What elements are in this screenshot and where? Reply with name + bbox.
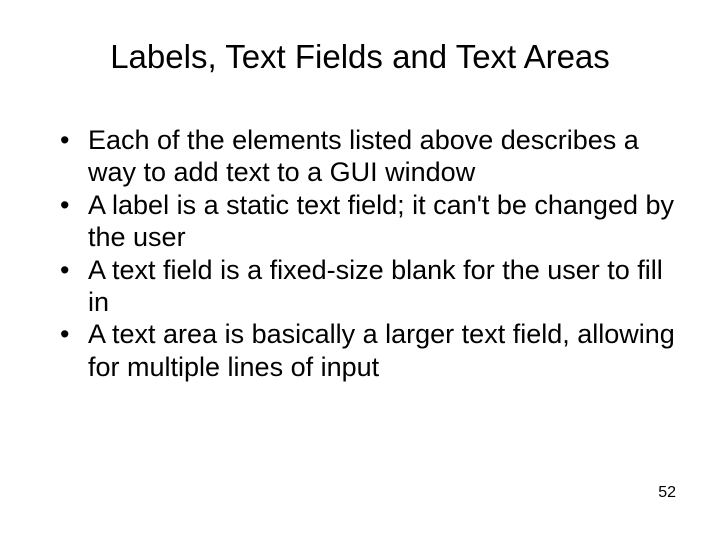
bullet-list: Each of the elements listed above descri… (36, 124, 684, 383)
list-item: A text field is a fixed-size blank for t… (60, 254, 684, 319)
slide-title: Labels, Text Fields and Text Areas (36, 38, 684, 76)
list-item: A text area is basically a larger text f… (60, 318, 684, 383)
list-item: Each of the elements listed above descri… (60, 124, 684, 189)
list-item: A label is a static text field; it can't… (60, 189, 684, 254)
page-number: 52 (658, 484, 676, 502)
